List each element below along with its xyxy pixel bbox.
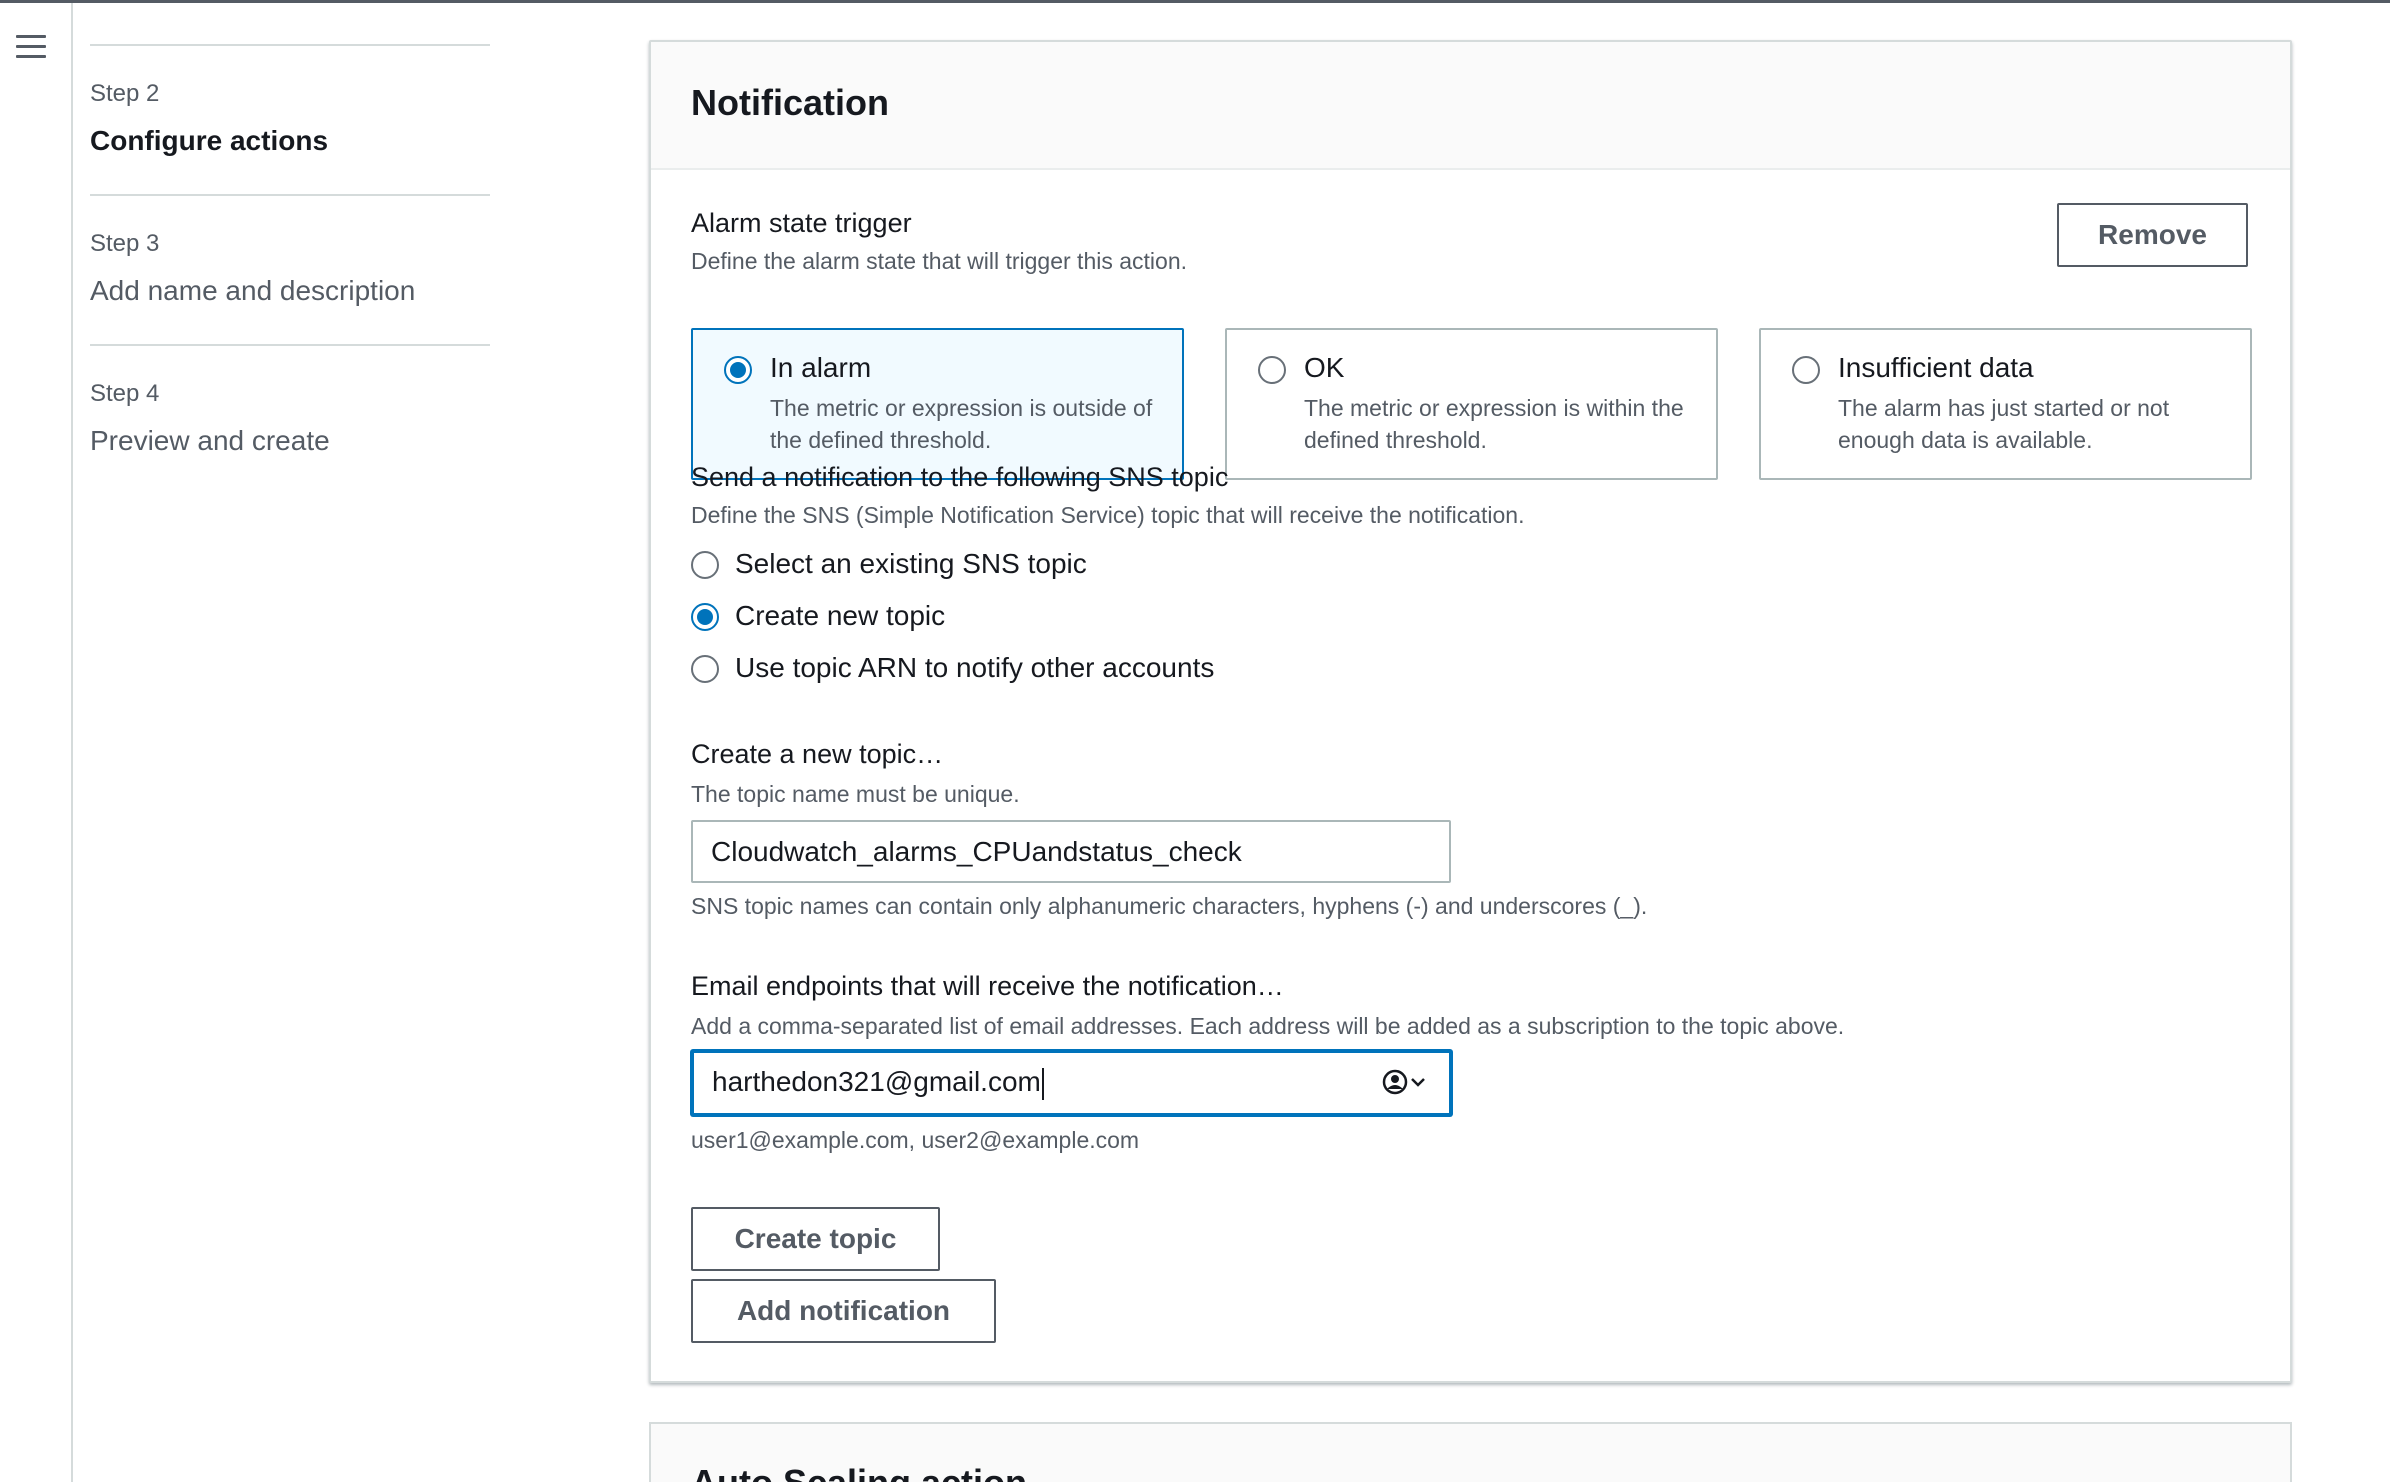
create-topic-button[interactable]: Create topic	[691, 1207, 940, 1271]
tile-description: The metric or expression is within the d…	[1304, 395, 1684, 453]
step-title: Add name and description	[90, 275, 416, 306]
auto-scaling-panel: Auto Scaling action	[649, 1422, 2292, 1482]
panel-header: Notification	[651, 42, 2290, 170]
notification-panel: Notification Alarm state trigger Define …	[649, 40, 2292, 1383]
alarm-state-label: Alarm state trigger	[691, 208, 912, 238]
tile-insufficient-data[interactable]: Insufficient data The alarm has just sta…	[1759, 328, 2252, 480]
radio-in-alarm[interactable]	[724, 356, 752, 384]
topic-name-input[interactable]: Cloudwatch_alarms_CPUandstatus_check	[691, 820, 1451, 883]
option-label[interactable]: Select an existing SNS topic	[735, 548, 1087, 580]
step-preview-create[interactable]: Step 4 Preview and create	[90, 344, 490, 494]
sns-label: Send a notification to the following SNS…	[691, 462, 1229, 492]
left-rail	[0, 3, 73, 1482]
step-number: Step 4	[90, 380, 160, 407]
remove-button[interactable]: Remove	[2057, 203, 2248, 267]
auto-scaling-title: Auto Scaling action	[691, 1462, 1027, 1482]
text-caret	[1041, 1067, 1044, 1100]
tile-ok[interactable]: OK The metric or expression is within th…	[1225, 328, 1718, 480]
tile-title: Insufficient data	[1838, 352, 2034, 383]
top-border	[0, 0, 2390, 3]
step-number: Step 2	[90, 80, 160, 107]
radio-insufficient-data[interactable]	[1792, 356, 1820, 384]
tile-title: OK	[1304, 352, 1345, 383]
email-endpoints-input[interactable]: harthedon321@gmail.com	[691, 1050, 1452, 1116]
email-hint: user1@example.com, user2@example.com	[691, 1127, 1140, 1153]
option-label[interactable]: Use topic ARN to notify other accounts	[735, 652, 1214, 684]
radio-select-existing-topic[interactable]	[691, 551, 719, 579]
panel-title: Notification	[691, 82, 889, 123]
tile-description: The alarm has just started or not enough…	[1838, 395, 2170, 453]
option-label[interactable]: Create new topic	[735, 600, 945, 632]
email-endpoints-label: Email endpoints that will receive the no…	[691, 971, 1284, 1001]
radio-create-new-topic[interactable]	[691, 603, 719, 631]
new-topic-label: Create a new topic…	[691, 739, 944, 769]
step-title: Preview and create	[90, 425, 330, 456]
tile-title: In alarm	[770, 352, 872, 383]
add-notification-button[interactable]: Add notification	[691, 1279, 996, 1343]
topic-name-constraint: SNS topic names can contain only alphanu…	[691, 893, 1648, 919]
sns-description: Define the SNS (Simple Notification Serv…	[691, 502, 1525, 528]
step-1-link-partial[interactable]	[90, 0, 180, 6]
step-title: Configure actions	[90, 125, 329, 156]
radio-ok[interactable]	[1258, 356, 1286, 384]
alarm-state-description: Define the alarm state that will trigger…	[691, 248, 1188, 274]
new-topic-description: The topic name must be unique.	[691, 781, 1020, 807]
radio-use-topic-arn[interactable]	[691, 655, 719, 683]
email-value: harthedon321@gmail.com	[712, 1066, 1041, 1097]
contact-autofill-icon[interactable]	[1382, 1068, 1432, 1096]
email-endpoints-description: Add a comma-separated list of email addr…	[691, 1013, 1845, 1039]
tile-in-alarm[interactable]: In alarm The metric or expression is out…	[691, 328, 1184, 480]
step-number: Step 3	[90, 230, 160, 257]
hamburger-menu-icon[interactable]	[16, 35, 46, 59]
step-configure-actions[interactable]: Step 2 Configure actions	[90, 44, 490, 194]
tile-description: The metric or expression is outside of t…	[770, 395, 1153, 453]
step-add-name-description[interactable]: Step 3 Add name and description	[90, 194, 490, 344]
